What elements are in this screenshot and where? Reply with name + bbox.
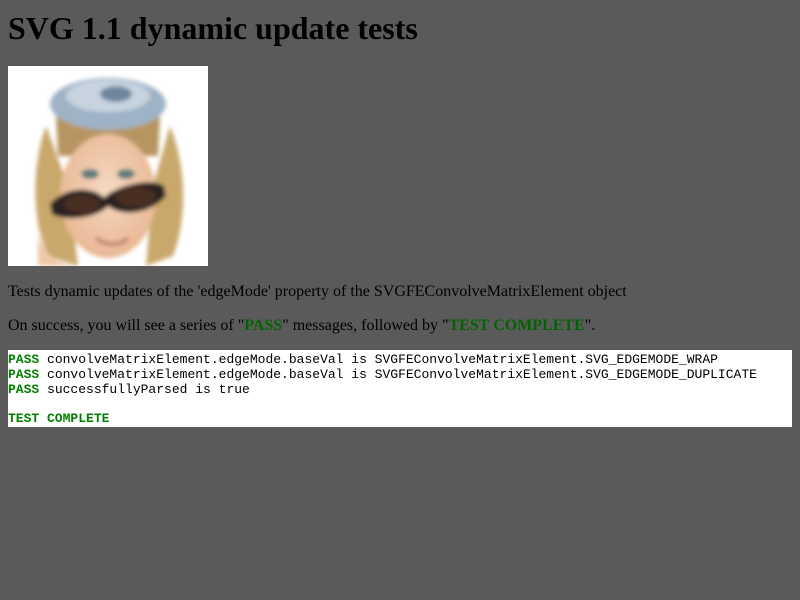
console-line-text: successfullyParsed is true xyxy=(39,382,250,397)
console-line: PASS successfullyParsed is true xyxy=(8,382,792,397)
test-console: PASS convolveMatrixElement.edgeMode.base… xyxy=(8,350,792,427)
pass-label: PASS xyxy=(8,367,40,382)
console-spacer xyxy=(8,397,792,411)
test-description: Tests dynamic updates of the 'edgeMode' … xyxy=(8,283,627,300)
console-line-text: convolveMatrixElement.edgeMode.baseVal i… xyxy=(39,367,757,382)
console-line: PASS convolveMatrixElement.edgeMode.base… xyxy=(8,367,792,382)
success-suffix: ". xyxy=(584,317,596,334)
success-pass-word: PASS xyxy=(244,317,283,334)
success-prefix: On success, you will see a series of " xyxy=(8,317,245,334)
console-line-complete: TEST COMPLETE xyxy=(8,411,792,426)
success-middle: " messages, followed by " xyxy=(282,317,449,334)
console-line: PASS convolveMatrixElement.edgeMode.base… xyxy=(8,352,792,367)
success-complete-word: TEST COMPLETE xyxy=(448,317,585,334)
portrait-photo xyxy=(8,66,208,266)
test-complete-label: TEST COMPLETE xyxy=(8,411,110,426)
console-line-text: convolveMatrixElement.edgeMode.baseVal i… xyxy=(39,352,718,367)
success-instructions: On success, you will see a series of "PA… xyxy=(8,316,792,336)
page-root: SVG 1.1 dynamic update tests Tests dynam… xyxy=(0,0,800,600)
pass-label: PASS xyxy=(8,352,40,367)
page-title: SVG 1.1 dynamic update tests xyxy=(8,10,418,46)
pass-label: PASS xyxy=(8,382,40,397)
